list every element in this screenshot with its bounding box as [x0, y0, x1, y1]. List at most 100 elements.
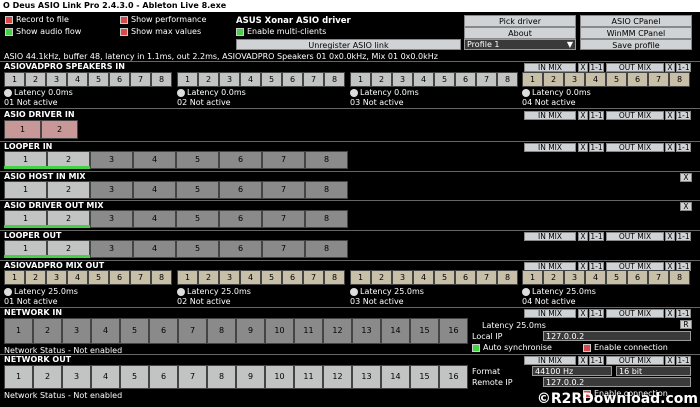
- one-to-one-button[interactable]: 1-1: [589, 356, 604, 365]
- network-in-channel-13[interactable]: 13: [352, 318, 381, 344]
- mix-out-channel-8[interactable]: 8: [669, 270, 690, 285]
- looper-out-channel-6[interactable]: 6: [219, 240, 262, 258]
- network-in-channel-16[interactable]: 16: [439, 318, 468, 344]
- mix-out-channel-4[interactable]: 4: [585, 270, 606, 285]
- speakers-in-channel-8[interactable]: 8: [497, 72, 518, 87]
- close-x-button[interactable]: X: [665, 63, 675, 72]
- speakers-in-channel-1[interactable]: 1: [177, 72, 198, 87]
- pick-driver-button[interactable]: Pick driver: [464, 15, 576, 27]
- speakers-in-channel-6[interactable]: 6: [455, 72, 476, 87]
- close-x-button[interactable]: X: [578, 63, 588, 72]
- close-x-button[interactable]: X: [665, 111, 675, 120]
- one-to-one-button[interactable]: 1-1: [589, 143, 604, 152]
- about-button[interactable]: About: [464, 27, 576, 39]
- looper-in-channel-8[interactable]: 8: [305, 151, 348, 169]
- show-max-values-checkbox[interactable]: Show max values: [120, 27, 201, 37]
- one-to-one-button[interactable]: 1-1: [589, 63, 604, 72]
- network-out-channel-5[interactable]: 5: [120, 365, 149, 389]
- mix-out-channel-4[interactable]: 4: [67, 270, 88, 285]
- speakers-in-channel-3[interactable]: 3: [46, 72, 67, 87]
- close-x-button[interactable]: X: [680, 173, 692, 182]
- mix-out-channel-7[interactable]: 7: [648, 270, 669, 285]
- looper-in-channel-7[interactable]: 7: [262, 151, 305, 169]
- driver-out-mix-channel-4[interactable]: 4: [133, 210, 176, 228]
- mix-out-channel-5[interactable]: 5: [261, 270, 282, 285]
- host-in-mix-channel-2[interactable]: 2: [47, 181, 90, 199]
- asio-cpanel-button[interactable]: ASIO CPanel: [580, 15, 692, 27]
- close-x-button[interactable]: X: [578, 309, 588, 318]
- speakers-in-channel-5[interactable]: 5: [434, 72, 455, 87]
- host-in-mix-channel-7[interactable]: 7: [262, 181, 305, 199]
- mix-out-channel-5[interactable]: 5: [606, 270, 627, 285]
- mix-out-channel-3[interactable]: 3: [46, 270, 67, 285]
- network-in-channel-5[interactable]: 5: [120, 318, 149, 344]
- speakers-in-channel-1[interactable]: 1: [4, 72, 25, 87]
- driver-out-mix-channel-8[interactable]: 8: [305, 210, 348, 228]
- show-audio-flow-checkbox[interactable]: Show audio flow: [5, 27, 81, 37]
- one-to-one-button[interactable]: 1-1: [589, 309, 604, 318]
- speakers-in-channel-4[interactable]: 4: [240, 72, 261, 87]
- mix-out-channel-7[interactable]: 7: [476, 270, 497, 285]
- close-x-button[interactable]: X: [665, 232, 675, 241]
- network-out-channel-13[interactable]: 13: [352, 365, 381, 389]
- driver-out-mix-channel-3[interactable]: 3: [90, 210, 133, 228]
- speakers-in-channel-2[interactable]: 2: [198, 72, 219, 87]
- network-out-channel-9[interactable]: 9: [236, 365, 265, 389]
- latency-knob-icon[interactable]: [522, 288, 530, 296]
- mix-out-channel-6[interactable]: 6: [627, 270, 648, 285]
- host-in-mix-channel-1[interactable]: 1: [4, 181, 47, 199]
- speakers-in-channel-4[interactable]: 4: [413, 72, 434, 87]
- speakers-in-channel-2[interactable]: 2: [25, 72, 46, 87]
- mix-out-channel-2[interactable]: 2: [371, 270, 392, 285]
- mix-out-channel-4[interactable]: 4: [240, 270, 261, 285]
- mix-out-channel-2[interactable]: 2: [543, 270, 564, 285]
- out-mix-button[interactable]: OUT MIX: [606, 143, 664, 152]
- host-in-mix-channel-4[interactable]: 4: [133, 181, 176, 199]
- network-in-channel-14[interactable]: 14: [381, 318, 410, 344]
- close-x-button[interactable]: X: [680, 202, 692, 211]
- speakers-in-channel-8[interactable]: 8: [324, 72, 345, 87]
- out-mix-button[interactable]: OUT MIX: [606, 111, 664, 120]
- one-to-one-button[interactable]: 1-1: [589, 232, 604, 241]
- looper-out-channel-3[interactable]: 3: [90, 240, 133, 258]
- mix-out-channel-2[interactable]: 2: [25, 270, 46, 285]
- close-x-button[interactable]: X: [578, 143, 588, 152]
- enable-multi-clients-checkbox[interactable]: Enable multi-clients: [236, 27, 326, 37]
- network-in-channel-6[interactable]: 6: [149, 318, 178, 344]
- network-in-channel-9[interactable]: 9: [236, 318, 265, 344]
- latency-knob-icon[interactable]: [177, 89, 185, 97]
- winmm-cpanel-button[interactable]: WinMM CPanel: [580, 27, 692, 39]
- in-mix-button[interactable]: IN MIX: [524, 309, 576, 318]
- network-out-channel-3[interactable]: 3: [62, 365, 91, 389]
- network-in-channel-15[interactable]: 15: [410, 318, 439, 344]
- driver-out-mix-channel-5[interactable]: 5: [176, 210, 219, 228]
- speakers-in-channel-5[interactable]: 5: [606, 72, 627, 87]
- speakers-in-channel-7[interactable]: 7: [648, 72, 669, 87]
- one-to-one-button[interactable]: 1-1: [676, 63, 691, 72]
- speakers-in-channel-4[interactable]: 4: [585, 72, 606, 87]
- network-out-channel-12[interactable]: 12: [323, 365, 352, 389]
- latency-knob-icon[interactable]: [350, 89, 358, 97]
- driver-out-mix-channel-6[interactable]: 6: [219, 210, 262, 228]
- looper-out-channel-5[interactable]: 5: [176, 240, 219, 258]
- network-out-channel-1[interactable]: 1: [4, 365, 33, 389]
- driver-out-mix-channel-7[interactable]: 7: [262, 210, 305, 228]
- network-in-channel-10[interactable]: 10: [265, 318, 294, 344]
- mix-out-channel-1[interactable]: 1: [522, 270, 543, 285]
- mix-out-channel-3[interactable]: 3: [392, 270, 413, 285]
- speakers-in-channel-5[interactable]: 5: [261, 72, 282, 87]
- sample-rate-select[interactable]: 44100 Hz: [532, 366, 612, 376]
- out-mix-button[interactable]: OUT MIX: [606, 63, 664, 72]
- mix-out-channel-3[interactable]: 3: [564, 270, 585, 285]
- unregister-asio-link-button[interactable]: Unregister ASIO link: [236, 39, 461, 50]
- mix-out-channel-1[interactable]: 1: [4, 270, 25, 285]
- mix-out-channel-8[interactable]: 8: [151, 270, 172, 285]
- network-in-channel-4[interactable]: 4: [91, 318, 120, 344]
- in-mix-button[interactable]: IN MIX: [524, 232, 576, 241]
- speakers-in-channel-1[interactable]: 1: [522, 72, 543, 87]
- looper-out-channel-8[interactable]: 8: [305, 240, 348, 258]
- in-mix-button[interactable]: IN MIX: [524, 143, 576, 152]
- out-mix-button[interactable]: OUT MIX: [606, 356, 664, 365]
- one-to-one-button[interactable]: 1-1: [676, 309, 691, 318]
- local-ip-field[interactable]: 127.0.0.2: [543, 331, 691, 341]
